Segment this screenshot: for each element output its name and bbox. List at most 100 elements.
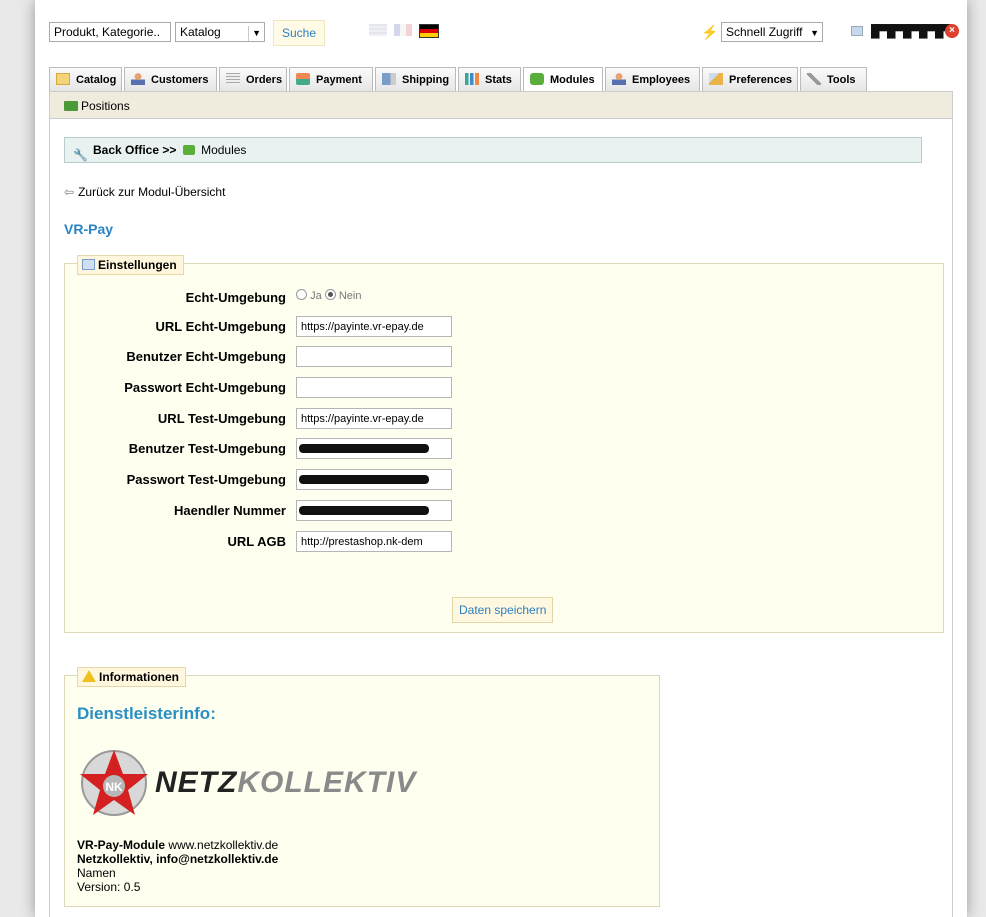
wrench-icon: 🔧 (73, 148, 88, 162)
provider-contact: Netzkollektiv, info@netzkollektiv.de (77, 852, 279, 866)
admin-window: Produkt, Kategorie.. Katalog ▼ Suche ⚡ S… (35, 0, 967, 917)
field-label: Passwort Echt-Umgebung (124, 380, 286, 395)
module-version: Version: 0.5 (77, 880, 141, 894)
breadcrumb-back-office[interactable]: Back Office (93, 143, 159, 157)
module-title: VR-Pay (64, 221, 114, 237)
field-label: Benutzer Echt-Umgebung (126, 349, 286, 364)
search-button[interactable]: Suche (273, 20, 326, 46)
field-row-passwort-test: Passwort Test-Umgebung (65, 469, 925, 491)
information-panel: Informationen Dienstleisterinfo: NK NETZ… (64, 667, 660, 907)
url-echt-input[interactable] (296, 316, 452, 337)
provider-info-text: VR-Pay-Module www.netzkollektiv.de Netzk… (77, 838, 278, 894)
back-to-modules-link[interactable]: ⇦ Zurück zur Modul-Übersicht (64, 185, 225, 199)
field-row-url-agb: URL AGB (65, 531, 925, 553)
user-name-redacted: █▀█▀█▀█▀█▀ (871, 24, 952, 38)
tab-label: Catalog (76, 74, 117, 86)
tab-tools[interactable]: Tools (800, 67, 867, 91)
echt-umgebung-radio-group: Ja Nein (296, 285, 361, 307)
de-flag-icon[interactable] (419, 24, 439, 38)
puzzle-icon (182, 145, 195, 155)
stats-icon (465, 73, 479, 85)
provider-website: www.netzkollektiv.de (165, 838, 279, 852)
top-bar: Produkt, Kategorie.. Katalog ▼ Suche ⚡ S… (49, 20, 959, 46)
field-label: URL Test-Umgebung (157, 411, 286, 426)
breadcrumb-current: Modules (201, 143, 247, 157)
tab-label: Customers (151, 74, 209, 86)
field-label: Echt-Umgebung (185, 290, 286, 305)
tab-customers[interactable]: Customers (124, 67, 217, 91)
tab-preferences[interactable]: Preferences (702, 67, 798, 91)
settings-legend: Einstellungen (77, 255, 184, 275)
quick-access-value: Schnell Zugriff (726, 25, 803, 39)
payment-icon (296, 73, 310, 85)
benutzer-test-input[interactable] (296, 438, 452, 459)
field-row-url-test: URL Test-Umgebung (65, 408, 925, 430)
field-label: Benutzer Test-Umgebung (128, 441, 286, 456)
redacted-value (299, 506, 429, 515)
search-input[interactable]: Produkt, Kategorie.. (49, 22, 171, 42)
back-arrow-icon: ⇦ (64, 185, 75, 199)
tab-label: Tools (827, 74, 856, 86)
orders-icon (226, 73, 240, 85)
redacted-value (299, 475, 429, 484)
tab-stats[interactable]: Stats (458, 67, 521, 91)
wrench-icon (807, 73, 821, 85)
field-row-benutzer-test: Benutzer Test-Umgebung (65, 438, 925, 460)
sub-tab-bar: Positions (49, 91, 953, 119)
breadcrumb-separator: >> (162, 143, 177, 157)
truck-icon (382, 73, 396, 85)
radio-ja[interactable] (296, 289, 307, 300)
legend-label: Einstellungen (98, 258, 177, 272)
field-label: URL Echt-Umgebung (155, 319, 286, 334)
field-label: Passwort Test-Umgebung (126, 472, 286, 487)
netzkollektiv-logo: NK NETZKOLLEKTIV (79, 748, 439, 822)
tab-label: Employees (632, 74, 691, 86)
tab-label: Stats (485, 74, 512, 86)
fr-flag-icon[interactable] (394, 24, 412, 36)
preferences-icon (709, 73, 723, 85)
tab-label: Shipping (402, 74, 450, 86)
breadcrumb: 🔧 Back Office >> Modules (64, 137, 922, 163)
lightning-icon: ⚡ (701, 24, 719, 40)
tab-catalog[interactable]: Catalog (49, 67, 122, 91)
back-link-label: Zurück zur Modul-Übersicht (78, 185, 226, 199)
tab-label: Orders (246, 74, 283, 86)
logo-text-netz: NETZ (155, 766, 238, 799)
tab-orders[interactable]: Orders (219, 67, 287, 91)
star-logo-icon: NK (80, 750, 148, 816)
chevron-down-icon: ▼ (810, 28, 819, 38)
employees-icon (612, 73, 626, 85)
tab-modules[interactable]: Modules (523, 67, 603, 92)
warning-icon (82, 670, 96, 682)
field-label: Haendler Nummer (174, 503, 286, 518)
info-legend: Informationen (77, 667, 186, 687)
legend-label: Informationen (99, 670, 179, 684)
passwort-echt-input[interactable] (296, 377, 452, 398)
field-row-benutzer-echt: Benutzer Echt-Umgebung (65, 346, 925, 368)
field-row-passwort-echt: Passwort Echt-Umgebung (65, 377, 925, 399)
uk-flag-icon[interactable] (369, 24, 387, 36)
tab-payment[interactable]: Payment (289, 67, 373, 91)
settings-panel: Einstellungen Echt-Umgebung Ja Nein URL … (64, 255, 944, 633)
positions-icon (64, 101, 78, 111)
url-test-input[interactable] (296, 408, 452, 429)
haendler-nummer-input[interactable] (296, 500, 452, 521)
puzzle-icon (530, 73, 544, 85)
tab-label: Payment (316, 74, 362, 86)
logo-text-kollektiv: KOLLEKTIV (237, 766, 417, 799)
search-category-select[interactable]: Katalog ▼ (175, 22, 265, 42)
tab-label: Preferences (729, 74, 792, 86)
field-row-echt-umgebung: Echt-Umgebung Ja Nein (65, 287, 925, 309)
benutzer-echt-input[interactable] (296, 346, 452, 367)
radio-nein[interactable] (324, 289, 336, 300)
subtab-positions[interactable]: Positions (81, 99, 130, 113)
tab-employees[interactable]: Employees (605, 67, 700, 91)
tab-shipping[interactable]: Shipping (375, 67, 456, 91)
logout-icon[interactable]: × (945, 24, 959, 38)
radio-label-nein: Nein (338, 290, 362, 302)
main-content: 🔧 Back Office >> Modules ⇦ Zurück zur Mod… (49, 119, 953, 917)
quick-access-select[interactable]: Schnell Zugriff ▼ (721, 22, 823, 42)
save-button[interactable]: Daten speichern (452, 597, 554, 623)
passwort-test-input[interactable] (296, 469, 452, 490)
url-agb-input[interactable] (296, 531, 452, 552)
